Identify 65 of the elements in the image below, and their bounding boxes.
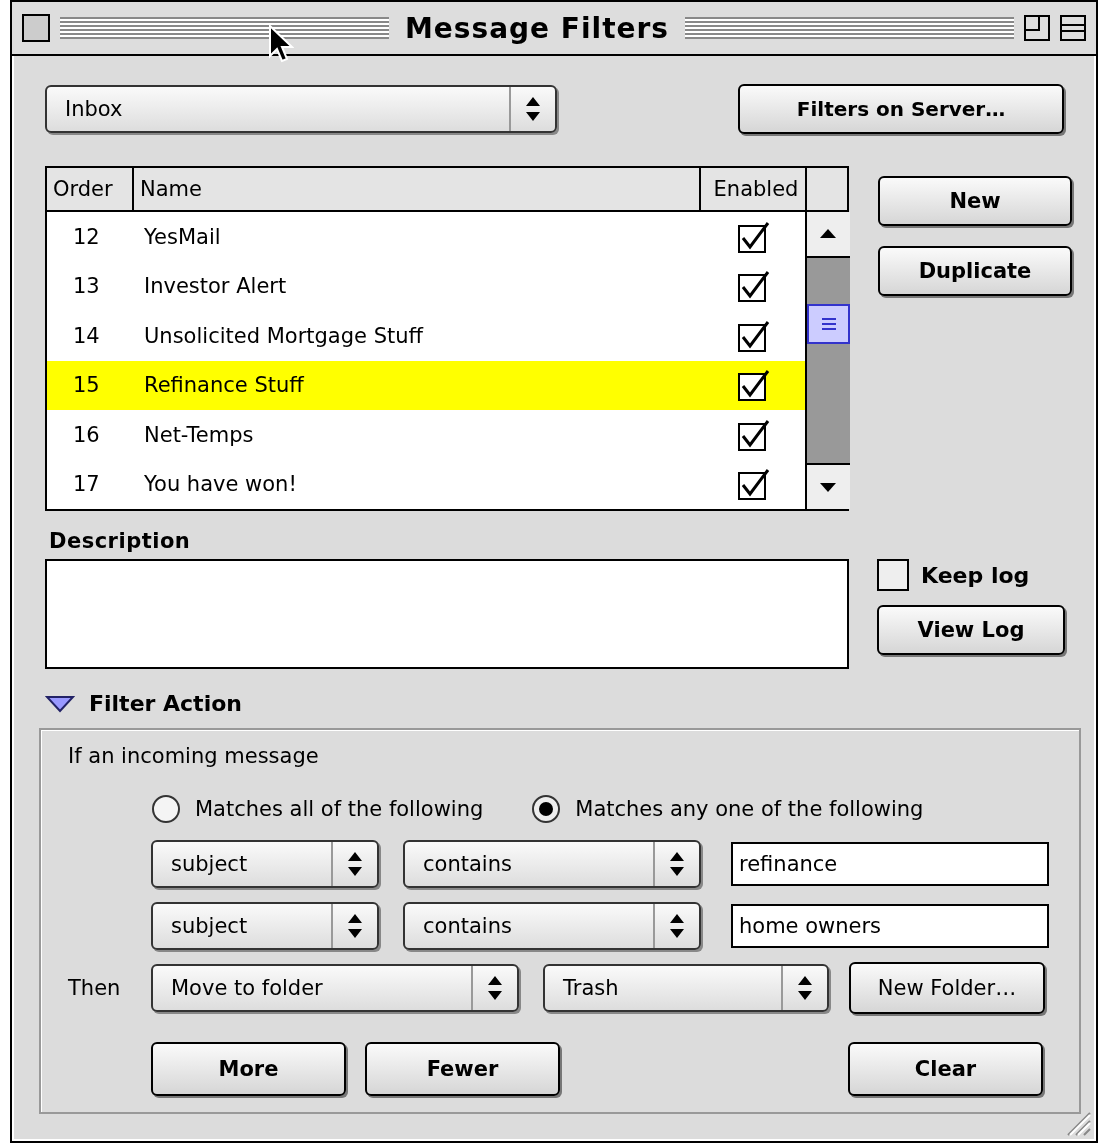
keep-log-label: Keep log — [921, 562, 1030, 588]
title-bar-stripes[interactable] — [60, 17, 389, 39]
mailbox-popup[interactable]: Inbox — [45, 85, 557, 133]
radio-button[interactable] — [531, 794, 562, 824]
action-button[interactable]: Fewer — [365, 1042, 560, 1096]
view-log-button[interactable]: View Log — [877, 605, 1065, 655]
updown-arrows-icon — [669, 913, 685, 939]
action-button[interactable]: Clear — [848, 1042, 1043, 1096]
radio-button[interactable] — [151, 794, 181, 824]
action-button[interactable]: More — [151, 1042, 346, 1096]
order-cell-text: 14 — [72, 323, 101, 348]
keep-log-checkbox[interactable] — [877, 559, 909, 591]
then-label: Then — [68, 976, 122, 1000]
scroll-thumb[interactable] — [807, 304, 850, 344]
title-bar-stripes[interactable] — [685, 17, 1014, 39]
filter-row[interactable]: 14 Unsolicited Mortgage Stuff — [47, 311, 805, 361]
action-popup[interactable]: Move to folder — [151, 964, 519, 1012]
name-cell-text: Net-Temps — [143, 422, 255, 447]
disclosure-triangle-icon[interactable] — [45, 693, 75, 714]
filter-row[interactable]: 12 YesMail — [47, 212, 805, 262]
updown-arrows-icon — [347, 851, 363, 877]
updown-arrows-icon — [525, 96, 541, 122]
field-popup[interactable]: subject — [151, 902, 379, 950]
folder-popup[interactable]: Trash — [543, 964, 829, 1012]
updown-arrows-icon — [487, 975, 503, 1001]
order-cell-text: 15 — [72, 373, 101, 398]
updown-arrows-icon — [669, 851, 685, 877]
column-header[interactable]: Name — [134, 168, 701, 210]
filter-row[interactable]: 13 Investor Alert — [47, 261, 805, 311]
side-button[interactable]: New — [878, 176, 1072, 226]
filters-on-server-button[interactable]: Filters on Server… — [738, 84, 1064, 134]
new-folder-button[interactable]: New Folder… — [849, 962, 1045, 1014]
column-header[interactable]: Enabled — [701, 168, 807, 210]
order-cell-text: 17 — [72, 472, 101, 497]
value-field[interactable]: refinance — [731, 842, 1049, 886]
description-label: Description — [49, 529, 192, 553]
name-cell-text: You have won! — [143, 472, 298, 497]
operator-popup[interactable]: contains — [403, 902, 701, 950]
operator-popup[interactable]: contains — [403, 840, 701, 888]
column-header[interactable]: Order — [47, 168, 134, 210]
updown-arrows-icon — [797, 975, 813, 1001]
filter-row[interactable]: 16 Net-Temps — [47, 410, 805, 460]
scroll-bar[interactable] — [805, 212, 850, 509]
radio-label: Matches any one of the following — [575, 797, 924, 821]
name-cell-text: Investor Alert — [143, 274, 288, 299]
description-field[interactable] — [45, 559, 849, 669]
collapse-box-icon[interactable] — [1060, 15, 1086, 41]
filter-row[interactable]: 17 You have won! — [47, 459, 805, 509]
side-button[interactable]: Duplicate — [878, 246, 1072, 296]
order-cell-text: 13 — [72, 274, 101, 299]
updown-arrows-icon — [347, 913, 363, 939]
field-popup[interactable]: subject — [151, 840, 379, 888]
section-title: Filter Action — [89, 691, 242, 716]
window-title: Message Filters — [404, 11, 671, 45]
name-cell-text: YesMail — [143, 224, 222, 249]
radio-label: Matches all of the following — [195, 797, 484, 821]
close-box[interactable] — [22, 14, 50, 42]
intro-text: If an incoming message — [68, 744, 320, 768]
name-cell-text: Refinance Stuff — [143, 373, 305, 398]
order-cell-text: 12 — [72, 224, 101, 249]
filter-row[interactable]: 15 Refinance Stuff — [47, 360, 805, 410]
order-cell-text: 16 — [72, 422, 101, 447]
value-field[interactable]: home owners — [731, 904, 1049, 948]
name-cell-text: Unsolicited Mortgage Stuff — [143, 323, 425, 348]
zoom-box-icon[interactable] — [1024, 15, 1050, 41]
